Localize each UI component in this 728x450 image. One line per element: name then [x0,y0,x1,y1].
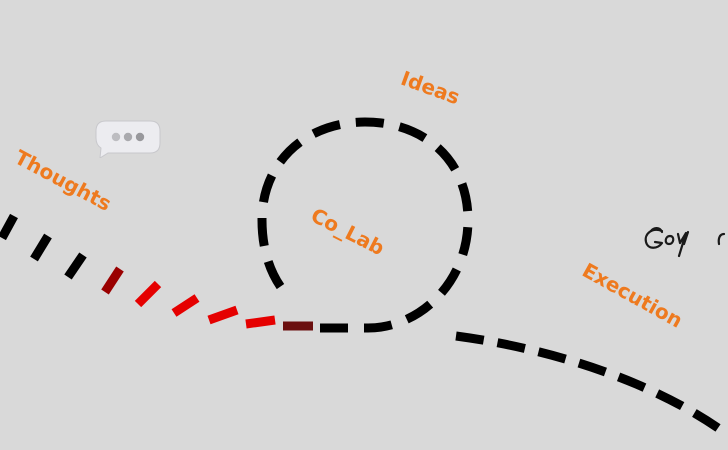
thoughts-dash [101,266,124,295]
execution-path [455,331,728,439]
colab-loop [257,117,473,333]
typing-bubble-icon [95,120,161,158]
thoughts-dash [207,305,239,325]
colab-loop-path [257,117,473,333]
thoughts-dash [134,280,162,308]
thoughts-dash [30,233,52,262]
diagram-canvas [0,117,728,439]
thoughts-dash [171,294,200,317]
execution-path-line [455,331,728,439]
thoughts-dash [0,213,18,241]
thoughts-dash [245,315,276,329]
thoughts-dash [64,252,87,280]
scribble-logo-icon [644,227,726,258]
